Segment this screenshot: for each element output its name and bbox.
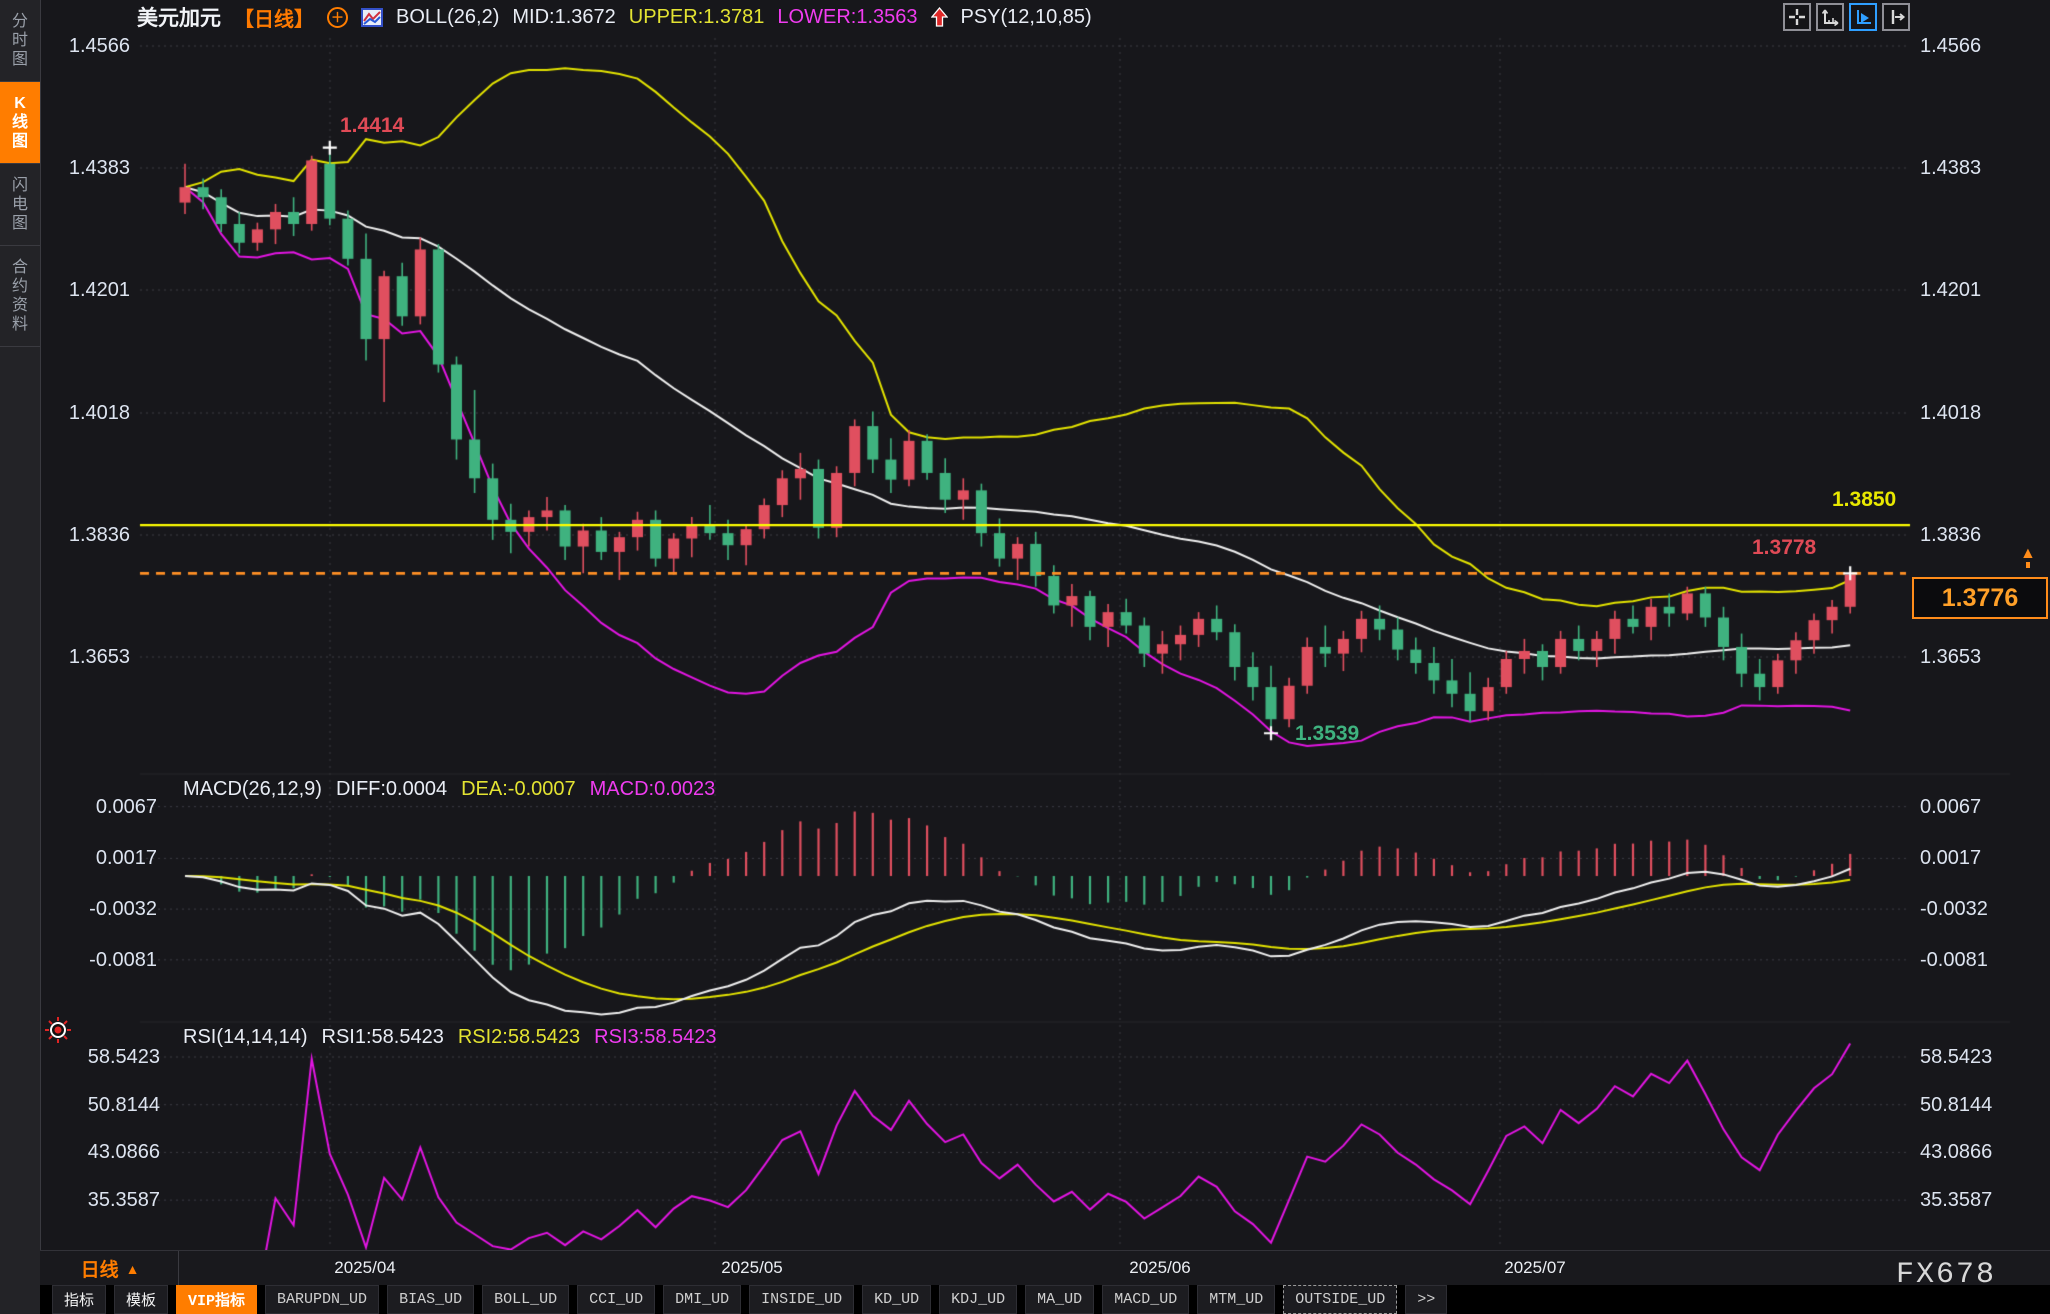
- macd-diff-value: DIFF:0.0004: [336, 778, 447, 801]
- axis-tick: 1.3836: [40, 524, 130, 546]
- period-selector[interactable]: 日线 ▲: [42, 1251, 179, 1286]
- axis-tick: 1.4018: [1920, 402, 1981, 424]
- low-price-label: 1.3539: [1295, 722, 1359, 746]
- tab-kd_ud[interactable]: KD_UD: [862, 1285, 931, 1314]
- axis-tick: 0.0017: [40, 847, 157, 869]
- axis-tick: -0.0081: [40, 949, 157, 971]
- indicator-tabbar: 指标模板 VIP指标 BARUPDN_UD BIAS_UD BOLL_UD CCI_UD D…: [40, 1285, 2050, 1314]
- axis-play-button-selected[interactable]: [1849, 3, 1877, 31]
- mini-chart-icon: [361, 8, 383, 27]
- axis-tick: 0.0067: [40, 796, 157, 818]
- macd-dea-value: DEA:-0.0007: [461, 778, 576, 801]
- tab-[interactable]: >>: [1405, 1285, 1447, 1314]
- tab-vip[interactable]: VIP指标: [176, 1285, 257, 1314]
- axis-tick: 58.5423: [40, 1046, 160, 1068]
- axis-tick: 58.5423: [1920, 1046, 1992, 1068]
- tab-macd_ud[interactable]: MACD_UD: [1102, 1285, 1189, 1314]
- macd-pane-header: MACD(26,12,9) DIFF:0.0004 DEA:-0.0007 MA…: [183, 778, 715, 801]
- add-indicator-icon[interactable]: ＋: [327, 7, 348, 28]
- macd-macd-value: MACD:0.0023: [590, 778, 716, 801]
- tab-barupdn_ud[interactable]: BARUPDN_UD: [265, 1285, 379, 1314]
- month-label: 2025/06: [1129, 1258, 1190, 1278]
- axis-tick: 1.3653: [40, 646, 130, 668]
- sidebar-item-lightning[interactable]: 闪电图: [0, 164, 40, 246]
- axis-tick: -0.0032: [40, 898, 157, 920]
- tab-outside_ud[interactable]: OUTSIDE_UD: [1283, 1285, 1397, 1314]
- axis-scale-button[interactable]: [1816, 3, 1844, 31]
- chart-canvas[interactable]: [40, 0, 2050, 1250]
- chart-toolbar: [1783, 3, 1910, 31]
- crosshair-tool-button[interactable]: [1783, 3, 1811, 31]
- month-label: 2025/07: [1504, 1258, 1565, 1278]
- rsi-pane-header: RSI(14,14,14) RSI1:58.5423 RSI2:58.5423 …: [183, 1026, 717, 1049]
- tab-[interactable]: 指标: [52, 1285, 106, 1314]
- up-arrow-icon: [931, 7, 948, 27]
- axis-tick: -0.0032: [1920, 898, 1988, 920]
- axis-tick: 43.0866: [40, 1141, 160, 1163]
- axis-tick: 1.4201: [1920, 279, 1981, 301]
- tab-[interactable]: 模板: [114, 1285, 168, 1314]
- live-alert-icon: [44, 1016, 72, 1044]
- sidebar: 分时图 K线图 闪电图 合约资料: [0, 0, 41, 1314]
- axis-tick: 50.8144: [1920, 1094, 1992, 1116]
- axis-tick: 43.0866: [1920, 1141, 1992, 1163]
- sidebar-item-kline[interactable]: K线图: [0, 82, 40, 164]
- tab-mtm_ud[interactable]: MTM_UD: [1197, 1285, 1275, 1314]
- current-price-box: 1.3776: [1912, 577, 2048, 619]
- tab-bias_ud[interactable]: BIAS_UD: [387, 1285, 474, 1314]
- x-axis-row: 日线 ▲ 2025/04 2025/05 2025/06 2025/07: [40, 1250, 2050, 1286]
- axis-tick: 35.3587: [40, 1189, 160, 1211]
- tab-kdj_ud[interactable]: KDJ_UD: [939, 1285, 1017, 1314]
- hline-price-label: 1.3850: [1832, 488, 1896, 512]
- tab-boll_ud[interactable]: BOLL_UD: [482, 1285, 569, 1314]
- axis-tick: 35.3587: [1920, 1189, 1992, 1211]
- rsi1-value: RSI1:58.5423: [322, 1026, 444, 1049]
- axis-tick: 1.3653: [1920, 646, 1981, 668]
- watermark: FX678: [1896, 1258, 1996, 1292]
- boll-lower-value: LOWER:1.3563: [777, 6, 917, 29]
- month-label: 2025/04: [334, 1258, 395, 1278]
- macd-params: MACD(26,12,9): [183, 778, 322, 801]
- axis-tick: 1.4201: [40, 279, 130, 301]
- axis-tick: -0.0081: [1920, 949, 1988, 971]
- tab-ma_ud[interactable]: MA_UD: [1025, 1285, 1094, 1314]
- tab-cci_ud[interactable]: CCI_UD: [577, 1285, 655, 1314]
- period-tag: 【日线】: [234, 3, 314, 32]
- period-label: 日线: [81, 1255, 119, 1282]
- price-up-arrow-icon: ▲: [2020, 546, 2036, 568]
- boll-params: BOLL(26,2): [396, 6, 499, 29]
- psy-params: PSY(12,10,85): [961, 6, 1092, 29]
- current-line-price-label: 1.3778: [1752, 536, 1816, 560]
- axis-tick: 1.3836: [1920, 524, 1981, 546]
- month-label: 2025/05: [721, 1258, 782, 1278]
- chart-header: 美元加元 【日线】 ＋ BOLL(26,2) MID:1.3672 UPPER:…: [137, 4, 1092, 30]
- tab-inside_ud[interactable]: INSIDE_UD: [749, 1285, 854, 1314]
- boll-mid-value: MID:1.3672: [512, 6, 615, 29]
- symbol-title: 美元加元: [137, 2, 221, 32]
- axis-tick: 1.4566: [40, 35, 130, 57]
- axis-tick: 1.4383: [1920, 157, 1981, 179]
- axis-tick: 1.4383: [40, 157, 130, 179]
- sidebar-item-contract-info[interactable]: 合约资料: [0, 246, 40, 347]
- fx678-chart-window: 分时图 K线图 闪电图 合约资料 美元加元 【日线】 ＋ BOLL(26,2) …: [0, 0, 2050, 1314]
- period-arrow-icon: ▲: [126, 1261, 140, 1277]
- rsi3-value: RSI3:58.5423: [594, 1026, 716, 1049]
- axis-tick: 0.0017: [1920, 847, 1981, 869]
- axis-tick: 0.0067: [1920, 796, 1981, 818]
- sidebar-item-timeshare[interactable]: 分时图: [0, 0, 40, 82]
- rsi-params: RSI(14,14,14): [183, 1026, 308, 1049]
- axis-tick: 50.8144: [40, 1094, 160, 1116]
- tab-dmi_ud[interactable]: DMI_UD: [663, 1285, 741, 1314]
- high-price-label: 1.4414: [340, 114, 404, 138]
- axis-tick: 1.4018: [40, 402, 130, 424]
- rsi2-value: RSI2:58.5423: [458, 1026, 580, 1049]
- pan-right-button[interactable]: [1882, 3, 1910, 31]
- boll-upper-value: UPPER:1.3781: [629, 6, 765, 29]
- axis-tick: 1.4566: [1920, 35, 1981, 57]
